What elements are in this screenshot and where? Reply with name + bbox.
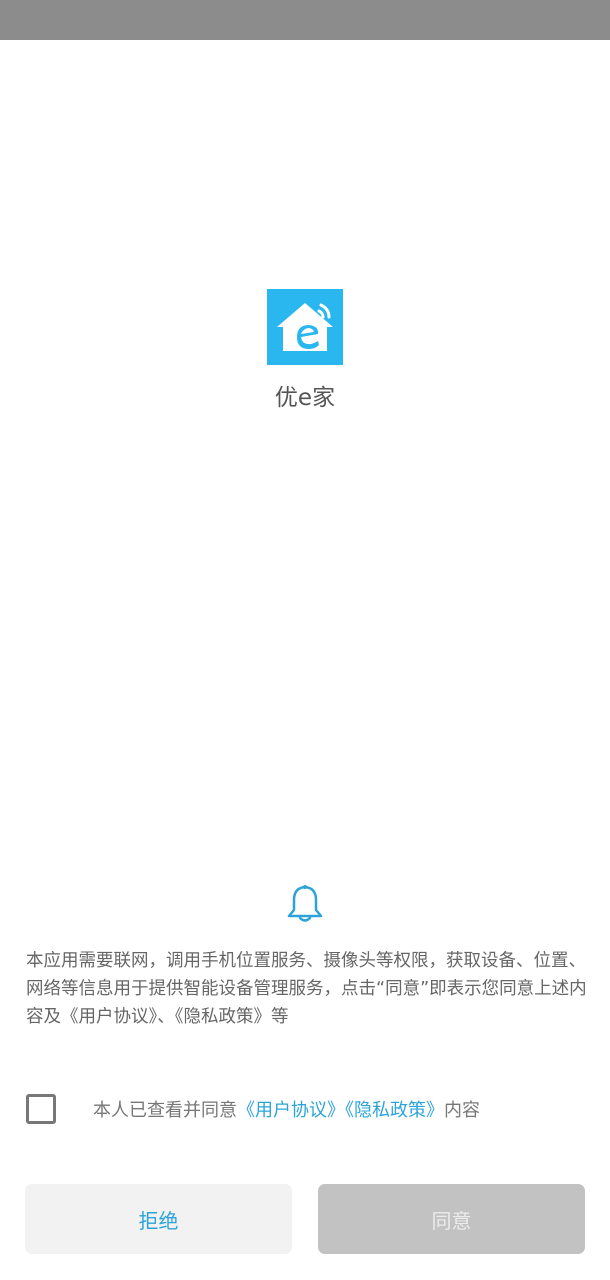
user-agreement-link[interactable]: 《用户协议》 [237,1100,345,1121]
bell-icon [286,884,324,924]
consent-text: 本人已查看并同意《用户协议》《隐私政策》内容 [93,1096,480,1122]
reject-button[interactable]: 拒绝 [25,1184,292,1254]
agree-button[interactable]: 同意 [318,1184,585,1254]
app-logo-icon [267,289,343,365]
status-bar [0,0,610,40]
app-name: 优e家 [274,385,336,411]
consent-suffix: 内容 [444,1100,480,1121]
permission-notice: 本应用需要联网，调用手机位置服务、摄像头等权限，获取设备、位置、网络等信息用于提… [26,951,587,1027]
consent-row: 本人已查看并同意《用户协议》《隐私政策》内容 [26,1093,586,1125]
privacy-policy-link[interactable]: 《隐私政策》 [345,1100,444,1121]
consent-prefix: 本人已查看并同意 [93,1100,237,1121]
consent-checkbox[interactable] [26,1094,56,1124]
